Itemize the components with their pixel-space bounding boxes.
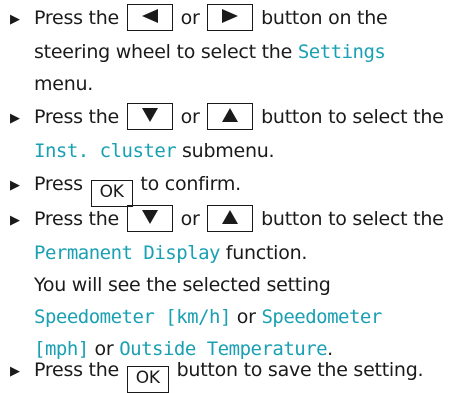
right-arrow-button[interactable] — [207, 4, 254, 31]
setting-option-speedometer-mph: Speedometer — [261, 306, 382, 328]
step-select-permanent-display: ▶ Press the or button to select the Perma… — [10, 203, 462, 365]
step-line: menu. — [34, 73, 94, 95]
step-confirm: ▶ Press OK to confirm. — [10, 168, 462, 207]
up-arrow-button[interactable] — [207, 205, 254, 232]
step-line: Speedometer [km/h] or Speedometer — [34, 306, 382, 328]
step-line: You will see the selected setting — [34, 274, 331, 296]
step-line: Inst. cluster submenu. — [34, 140, 275, 162]
left-arrow-button[interactable] — [126, 4, 173, 31]
submenu-name-inst-cluster: Inst. cluster — [34, 140, 177, 162]
step-select-settings-menu: ▶ Press the or button on the steering whe… — [10, 2, 462, 100]
instruction-page: { "colors": { "text": "#1a1a1a", "displa… — [0, 0, 462, 393]
bullet-arrow-icon: ▶ — [10, 364, 20, 379]
bullet-arrow-icon: ▶ — [10, 12, 20, 27]
function-name-permanent-display: Permanent Display — [34, 242, 220, 264]
down-arrow-button[interactable] — [126, 103, 173, 130]
menu-name-settings: Settings — [297, 41, 386, 63]
bullet-arrow-icon: ▶ — [10, 178, 20, 193]
down-arrow-button[interactable] — [126, 205, 173, 232]
step-line: ▶ Press the or button to select the — [10, 101, 462, 135]
bullet-arrow-icon: ▶ — [10, 213, 20, 228]
up-arrow-button[interactable] — [207, 103, 254, 130]
step-line: Permanent Display function. — [34, 242, 308, 264]
step-line: steering wheel to select the Settings — [34, 41, 386, 63]
step-select-inst-cluster: ▶ Press the or button to select the Inst.… — [10, 101, 462, 167]
step-line: ▶ Press OK to confirm. — [10, 168, 462, 207]
step-line: ▶ Press the or button to select the — [10, 203, 462, 237]
step-line: ▶ Press the or button on the — [10, 2, 462, 36]
bullet-arrow-icon: ▶ — [10, 111, 20, 126]
step-save-setting: ▶ Press the OK button to save the setting… — [10, 354, 462, 393]
setting-option-speedometer-kmh: Speedometer [km/h] — [34, 306, 231, 328]
step-line: ▶ Press the OK button to save the setting… — [10, 354, 462, 393]
